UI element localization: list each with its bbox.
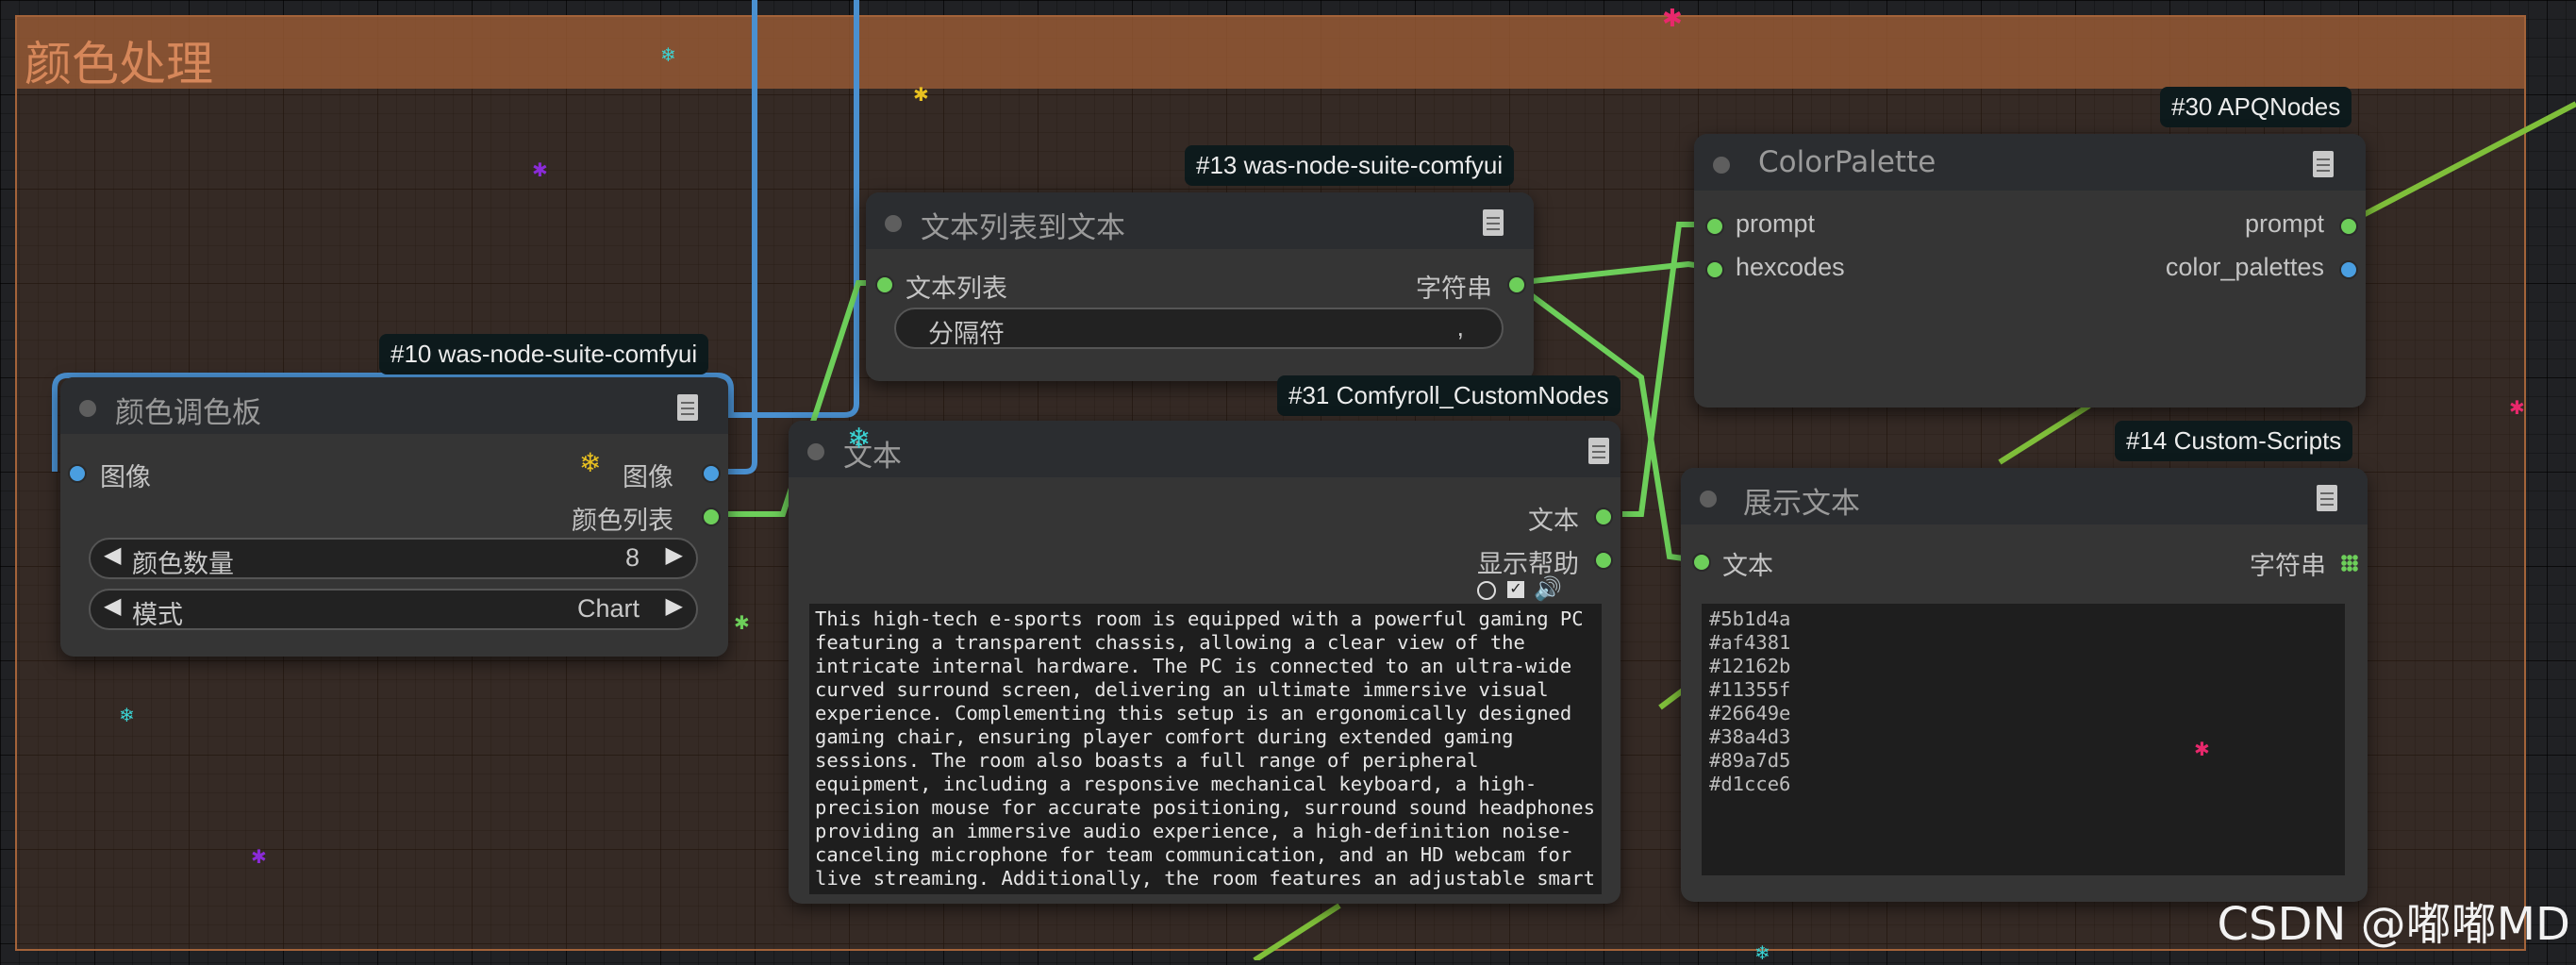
snowflake-icon: ✱	[913, 85, 929, 106]
output-slot-label: 字符串	[2250, 552, 2326, 580]
input-slot-label: 图像	[100, 463, 151, 491]
radio-icon[interactable]	[1477, 581, 1496, 600]
input-slot-label: 文本	[1722, 552, 1773, 580]
input-slot-label: hexcodes	[1736, 253, 1845, 281]
watermark: CSDN @嘟嘟MD	[2217, 898, 2571, 951]
collapse-toggle[interactable]	[79, 400, 96, 417]
widget-color-count[interactable]: ◀ 颜色数量 8 ▶	[89, 538, 698, 579]
node-colorpalette[interactable]: ColorPalette prompt hexcodes prompt colo…	[1694, 134, 2366, 408]
node-text-list-to-text[interactable]: 文本列表到文本 文本列表 字符串 分隔符 ,	[866, 192, 1534, 381]
wire-image-return	[741, 0, 859, 418]
snowflake-icon: ✱	[251, 847, 267, 868]
node-title-bar[interactable]: 文本	[789, 421, 1620, 477]
output-slot-label: prompt	[2244, 209, 2324, 238]
collapse-toggle[interactable]	[1700, 491, 1717, 507]
widget-separator[interactable]: 分隔符 ,	[894, 308, 1504, 349]
widget-value: 8	[624, 543, 640, 572]
node-title-bar[interactable]: 文本列表到文本	[866, 192, 1534, 249]
node-title-bar[interactable]: ColorPalette	[1694, 134, 2366, 191]
output-slot-label: 字符串	[1416, 275, 1492, 303]
snowflake-icon: ❄	[1754, 943, 1770, 964]
output-slot-label: 显示帮助	[1477, 550, 1579, 578]
text-content-area[interactable]: This high-tech e-sports room is equipped…	[809, 604, 1602, 894]
decrement-arrow-icon[interactable]: ◀	[104, 541, 121, 569]
input-slot-dot[interactable]	[875, 275, 894, 294]
snowflake-icon: ✱	[2509, 398, 2525, 419]
node-badge: #30 APQNodes	[2160, 87, 2352, 127]
document-icon[interactable]	[2317, 485, 2337, 511]
node-title: ColorPalette	[1758, 145, 1936, 179]
snowflake-icon: ❄	[579, 448, 602, 477]
wire-behind-showtext	[1998, 403, 2091, 465]
node-title-bar[interactable]: 展示文本	[1681, 468, 2368, 524]
node-title: 展示文本	[1743, 487, 1860, 521]
output-slot-label: 图像	[623, 463, 673, 491]
wire-bottom	[1253, 903, 1341, 960]
node-text[interactable]: 文本 文本 显示帮助 ✓ 🔊 This high-tech e-sports r…	[789, 421, 1620, 904]
output-slot-label: 文本	[1528, 507, 1579, 535]
wire-string-hexcodes	[1514, 260, 1714, 286]
input-slot-dot[interactable]	[1705, 217, 1724, 236]
wire-prompt-out	[2343, 101, 2576, 227]
decrement-arrow-icon[interactable]: ◀	[104, 592, 121, 620]
document-icon[interactable]	[1483, 209, 1504, 236]
node-title: 颜色调色板	[115, 396, 261, 430]
widget-mode[interactable]: ◀ 模式 Chart ▶	[89, 589, 698, 630]
snowflake-icon: ❄	[119, 706, 135, 726]
collapse-toggle[interactable]	[807, 443, 824, 460]
input-slot-label: 文本列表	[906, 275, 1007, 303]
snowflake-icon: ✱	[2194, 740, 2210, 760]
snowflake-icon: ✱	[532, 160, 548, 181]
input-slot-dot[interactable]	[68, 464, 87, 483]
snowflake-icon: ✱	[1662, 4, 1683, 32]
collapse-toggle[interactable]	[885, 215, 902, 232]
output-slot-dot[interactable]	[702, 507, 721, 526]
node-color-palette[interactable]: 颜色调色板 图像 图像 颜色列表 ◀ 颜色数量 8 ▶ ◀ 模式 Chart ▶	[60, 377, 728, 657]
collapse-toggle[interactable]	[1713, 157, 1730, 174]
output-slot-dot[interactable]	[702, 464, 721, 483]
node-badge: #13 was-node-suite-comfyui	[1185, 145, 1515, 186]
input-slot-dot[interactable]	[1705, 260, 1724, 279]
snowflake-icon: ❄	[660, 45, 676, 66]
increment-arrow-icon[interactable]: ▶	[666, 592, 683, 620]
document-icon[interactable]	[677, 394, 698, 421]
output-slot-label: 颜色列表	[572, 507, 673, 535]
snowflake-icon: ❄	[847, 424, 872, 455]
speaker-icon[interactable]: 🔊	[1534, 575, 1562, 603]
document-icon[interactable]	[2313, 151, 2334, 177]
snowflake-icon: ✱	[734, 613, 750, 634]
input-slot-label: prompt	[1736, 209, 1816, 238]
widget-label: 分隔符	[928, 320, 1005, 348]
node-title: 文本列表到文本	[921, 211, 1125, 245]
grid-output-icon[interactable]	[2341, 555, 2358, 572]
node-show-text[interactable]: 展示文本 文本 字符串 #5b1d4a #af4381 #12162b #113…	[1681, 468, 2368, 902]
widget-label: 模式	[132, 601, 183, 629]
text-display-area: #5b1d4a #af4381 #12162b #11355f #26649e …	[1702, 604, 2345, 875]
input-slot-dot[interactable]	[1692, 553, 1711, 572]
node-badge: #14 Custom-Scripts	[2115, 421, 2353, 461]
widget-value: ,	[1456, 313, 1464, 341]
node-title-bar[interactable]: 颜色调色板	[60, 377, 728, 434]
increment-arrow-icon[interactable]: ▶	[666, 541, 683, 569]
widget-value: Chart	[576, 594, 640, 623]
output-slot-dot[interactable]	[2339, 217, 2358, 236]
checkbox-icon[interactable]: ✓	[1507, 581, 1524, 598]
widget-label: 颜色数量	[132, 550, 234, 578]
output-slot-dot[interactable]	[1594, 551, 1613, 570]
output-slot-dot[interactable]	[1507, 275, 1526, 294]
output-slot-dot[interactable]	[1594, 507, 1613, 526]
output-slot-label: color_palettes	[2165, 253, 2324, 281]
document-icon[interactable]	[1588, 438, 1609, 464]
node-badge: #10 was-node-suite-comfyui	[379, 334, 709, 374]
output-slot-dot[interactable]	[2339, 260, 2358, 279]
node-badge: #31 Comfyroll_CustomNodes	[1277, 375, 1620, 416]
